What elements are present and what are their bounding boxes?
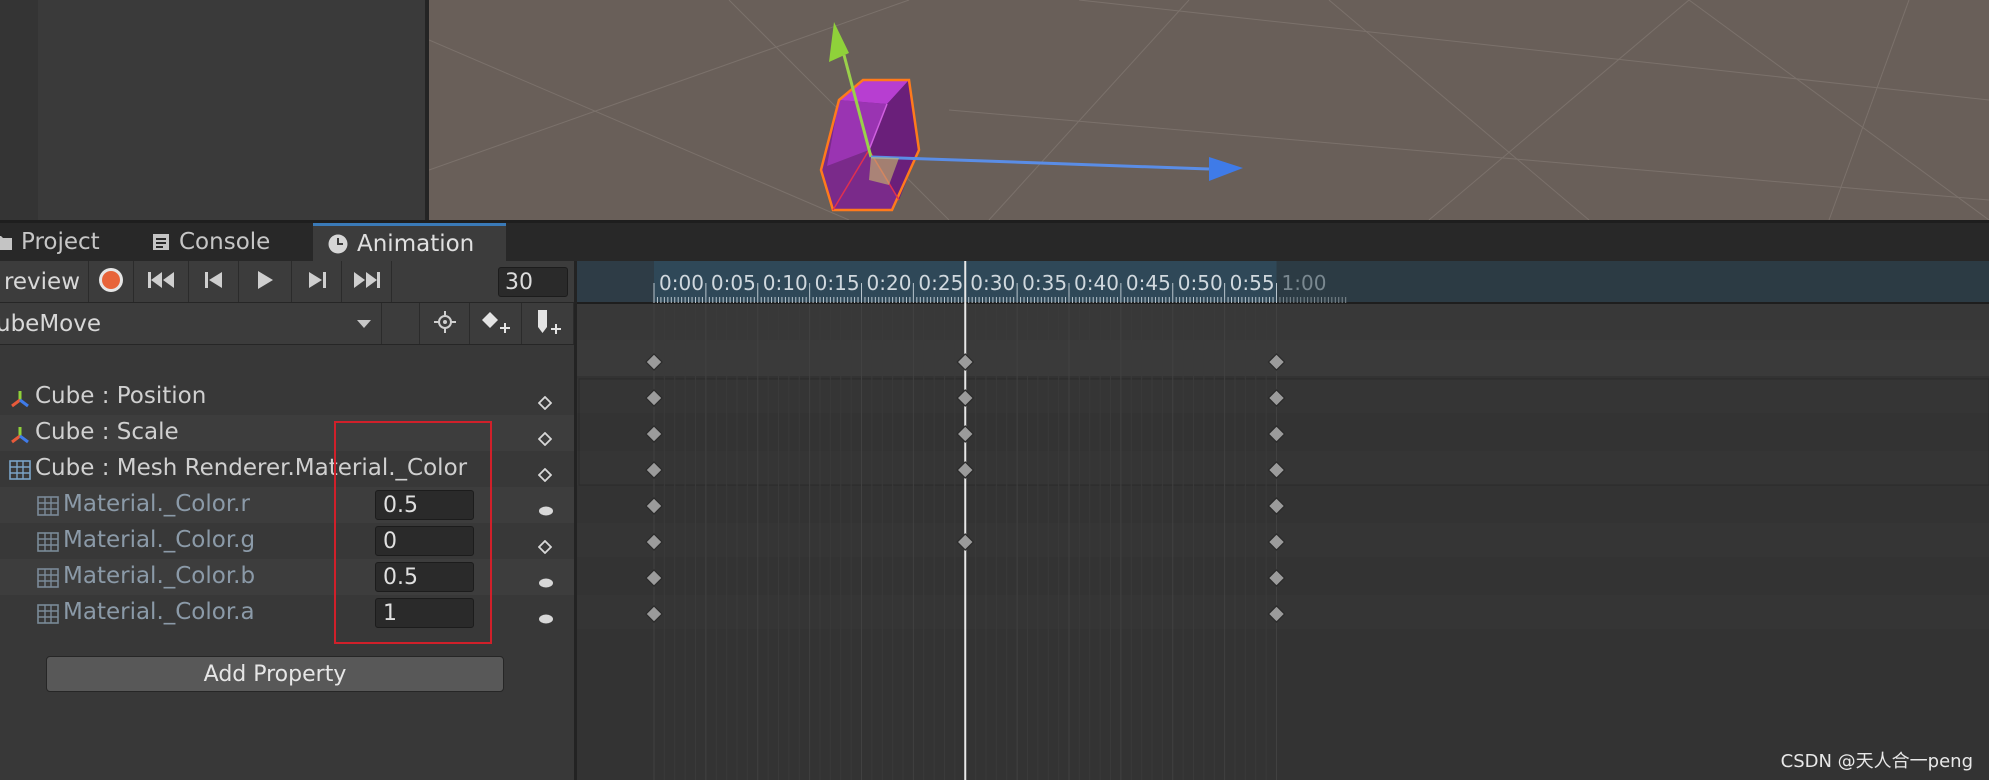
toolbar-spacer: [382, 303, 420, 344]
time-label: 0:35: [1022, 271, 1067, 295]
transform-icon: [10, 388, 30, 414]
tab-animation-label: Animation: [357, 230, 475, 257]
clip-toolbar: ubeMove: [0, 303, 574, 345]
time-label: 0:00: [659, 271, 704, 295]
first-keyframe-button[interactable]: [134, 261, 189, 302]
frame-field[interactable]: 30: [498, 267, 568, 297]
preview-button[interactable]: review: [0, 261, 89, 302]
last-keyframe-button[interactable]: [342, 261, 392, 302]
add-event-button[interactable]: [522, 303, 574, 344]
scene-view[interactable]: [429, 0, 1989, 220]
hierarchy-panel-strip: [0, 0, 38, 220]
keyframe-dot-icon[interactable]: [538, 498, 554, 524]
window-tab-bar: Project Console Animation: [0, 223, 1989, 261]
dopesheet-timeline[interactable]: 0:00 0:05 0:10 0:15 0:20 0:25 0:30 0:35 0:40 0:45…: [577, 261, 1989, 780]
property-label: Cube : Position: [35, 383, 207, 409]
time-label: 0:50: [1178, 271, 1223, 295]
clip-name: ubeMove: [0, 310, 102, 337]
mesh-renderer-icon: [37, 532, 59, 558]
record-button[interactable]: [89, 261, 134, 302]
step-forward-icon: [307, 271, 327, 293]
add-property-button[interactable]: Add Property: [46, 656, 504, 692]
next-keyframe-button[interactable]: [292, 261, 342, 302]
time-label: 0:15: [815, 271, 860, 295]
time-label: 0:40: [1074, 271, 1119, 295]
record-icon: [98, 267, 124, 297]
ruler-margin: [577, 261, 654, 303]
cube-gizmo[interactable]: [819, 22, 1243, 212]
mesh-renderer-icon: [37, 496, 59, 522]
previous-keyframe-button[interactable]: [189, 261, 239, 302]
time-label: 0:45: [1126, 271, 1171, 295]
property-label: Cube : Scale: [35, 419, 179, 445]
mesh-renderer-icon: [37, 568, 59, 594]
mesh-renderer-icon: [9, 460, 31, 486]
keyframe-dot-icon[interactable]: [538, 606, 554, 632]
preview-label: review: [3, 268, 81, 295]
mesh-renderer-icon: [37, 604, 59, 630]
add-keyframe-button[interactable]: [470, 303, 522, 344]
clock-icon: [328, 234, 348, 254]
property-label: Material._Color.b: [63, 563, 256, 589]
keyframe-dot-icon[interactable]: [538, 570, 554, 596]
ruler-out-of-range: [1276, 261, 1989, 303]
hierarchy-panel: [0, 0, 425, 220]
keyframe-diamond-icon[interactable]: [537, 534, 553, 560]
property-label: Material._Color.r: [63, 491, 250, 517]
tab-animation[interactable]: Animation: [313, 223, 506, 261]
chevron-down-icon: [357, 320, 371, 328]
keyframe-diamond-icon[interactable]: [537, 426, 553, 452]
time-label: 0:05: [711, 271, 756, 295]
crosshair-icon: [433, 310, 456, 337]
time-label: 0:10: [763, 271, 808, 295]
skip-to-end-icon: [353, 271, 381, 293]
clip-dropdown[interactable]: ubeMove: [0, 303, 382, 344]
tab-console[interactable]: Console: [152, 223, 312, 261]
annotation-highlight-box: [334, 421, 492, 644]
time-label: 1:00: [1282, 271, 1327, 295]
time-label: 0:20: [867, 271, 912, 295]
time-label: 0:30: [970, 271, 1015, 295]
add-keyframe-icon: [481, 310, 511, 338]
tab-project[interactable]: Project: [0, 223, 144, 261]
tab-console-label: Console: [179, 229, 271, 255]
folder-icon: [0, 234, 12, 250]
playback-controls: review 30: [0, 261, 574, 303]
play-button[interactable]: [239, 261, 292, 302]
property-row-position[interactable]: Cube : Position: [0, 379, 574, 415]
keyframe-diamond-icon[interactable]: [537, 462, 553, 488]
add-property-label: Add Property: [203, 661, 347, 687]
console-icon: [152, 233, 170, 251]
step-back-icon: [204, 271, 224, 293]
skip-to-start-icon: [147, 271, 175, 293]
watermark: CSDN @天人合一peng: [1780, 751, 1973, 772]
tab-project-label: Project: [21, 229, 100, 255]
property-label: Material._Color.a: [63, 599, 255, 625]
keyframe-diamond-icon[interactable]: [537, 390, 553, 416]
filter-selection-button[interactable]: [420, 303, 470, 344]
time-label: 0:25: [918, 271, 963, 295]
property-label: Material._Color.g: [63, 527, 256, 553]
add-event-icon: [534, 309, 562, 339]
play-icon: [256, 270, 274, 294]
time-label: 0:55: [1230, 271, 1275, 295]
transform-icon: [10, 424, 30, 450]
